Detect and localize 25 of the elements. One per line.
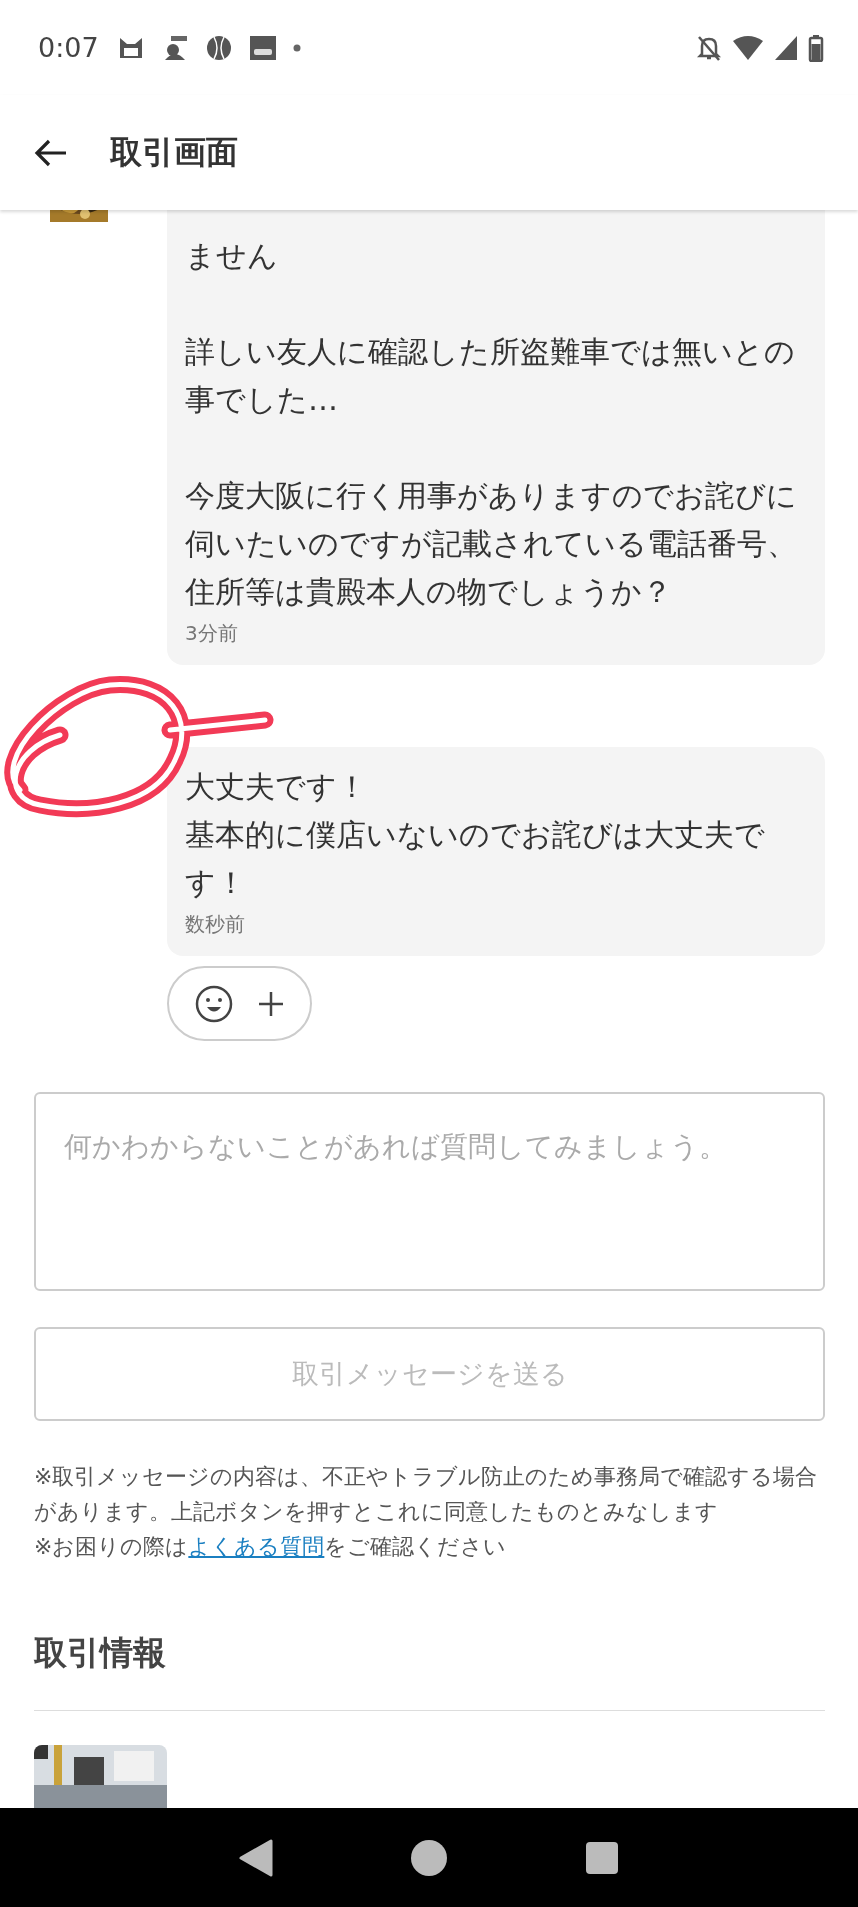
screen-title: 取引画面 bbox=[110, 131, 238, 173]
message-text: 大丈夫です！ bbox=[185, 768, 368, 806]
message-text: 詳しい友人に確認した所盗難車では無いとの事でした… bbox=[185, 333, 796, 419]
app-icon bbox=[248, 33, 277, 62]
message-time: 数秒前 bbox=[185, 911, 246, 938]
smiley-icon bbox=[193, 983, 234, 1024]
recents-icon[interactable] bbox=[585, 1840, 620, 1875]
section-title: 取引情報 bbox=[34, 1632, 167, 1674]
message-input[interactable]: 何かわからないことがあれば質問してみましょう。 bbox=[34, 1092, 825, 1291]
status-time: 0:07 bbox=[38, 32, 99, 63]
dot-icon bbox=[292, 43, 301, 52]
signal-icon bbox=[774, 34, 798, 61]
home-icon[interactable] bbox=[410, 1838, 448, 1877]
note-text: ※取引メッセージの内容は、不正やトラブル防止のため事務局で確認する場合があります。上記ボタンを押すとこれに同意したものとみなします bbox=[34, 1463, 819, 1526]
ball-icon bbox=[204, 33, 233, 62]
message-text: 今度大阪に行く用事がありますのでお詫びに伺いたいのですが記載されている電話番号、住所等は貴殿本人の物でしょうか？ bbox=[185, 477, 798, 611]
faq-link[interactable]: よくある質問 bbox=[188, 1534, 325, 1559]
back-icon[interactable] bbox=[34, 137, 68, 168]
battery-icon bbox=[808, 33, 824, 62]
message-text: ません bbox=[185, 237, 279, 275]
back-icon[interactable] bbox=[238, 1838, 273, 1877]
note-text: ※お困りの際は よくある質問をご確認ください bbox=[34, 1533, 508, 1561]
message-text: 基本的に僕店いないのでお詫びは大丈夫です！ bbox=[185, 816, 766, 902]
message-time: 3分前 bbox=[185, 620, 239, 647]
wifi-icon bbox=[732, 34, 764, 61]
